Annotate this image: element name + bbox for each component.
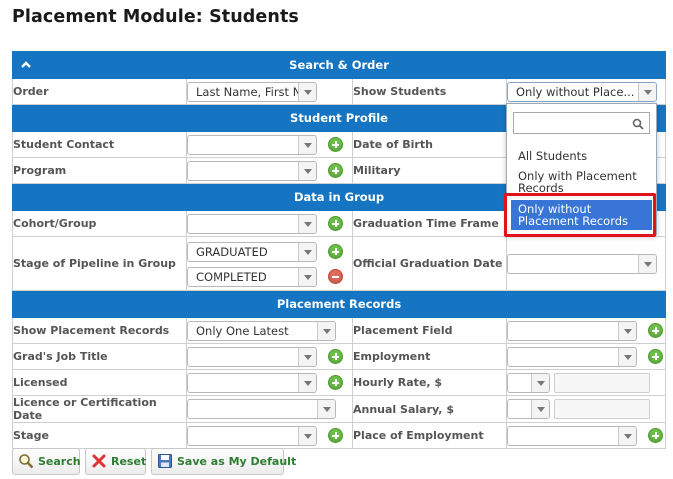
hourly-rate-input[interactable] <box>554 372 650 393</box>
stage-value-graduated: GRADUATED <box>196 244 268 259</box>
order-value: Last Name, First N... <box>196 84 313 99</box>
chevron-down-icon <box>531 373 549 392</box>
show-placement-records-select[interactable]: Only One Latest <box>187 320 336 341</box>
chevron-down-icon <box>298 347 316 366</box>
add-icon[interactable] <box>648 349 664 365</box>
page-title: Placement Module: Students <box>12 7 299 27</box>
place-of-employment-select[interactable] <box>507 425 637 446</box>
order-select[interactable]: Last Name, First N... <box>187 81 317 102</box>
add-icon[interactable] <box>328 375 344 391</box>
magnifier-icon <box>19 454 34 469</box>
hourly-rate-operator-select[interactable] <box>507 372 550 393</box>
search-button-label: Search <box>38 455 81 468</box>
chevron-down-icon <box>298 161 316 180</box>
chevron-down-icon <box>298 82 316 101</box>
save-default-button[interactable]: Save as My Default <box>151 448 296 475</box>
employment-label: Employment <box>352 343 507 370</box>
reset-button-label: Reset <box>111 455 147 468</box>
chevron-down-icon <box>298 373 316 392</box>
section-search-order: Search & Order <box>11 51 667 79</box>
licensed-label: Licensed <box>12 369 187 396</box>
chevron-up-icon[interactable] <box>20 59 32 71</box>
dropdown-option-all-students[interactable]: All Students <box>511 150 652 164</box>
place-of-employment-label: Place of Employment <box>352 422 507 449</box>
add-icon[interactable] <box>328 137 344 153</box>
section-placement-records: Placement Records <box>11 290 667 318</box>
chevron-down-icon <box>531 400 549 419</box>
search-icon <box>632 118 644 130</box>
save-default-button-label: Save as My Default <box>177 455 297 468</box>
official-graduation-date-select[interactable] <box>507 253 657 274</box>
licence-date-select[interactable] <box>187 399 336 420</box>
chevron-down-icon <box>298 135 316 154</box>
show-students-value: Only without Place... <box>516 84 635 99</box>
show-students-select[interactable]: Only without Place... <box>507 81 657 102</box>
add-icon[interactable] <box>328 216 344 232</box>
add-icon[interactable] <box>328 163 344 179</box>
licence-date-label: Licence or Certification Date <box>12 395 187 423</box>
chevron-down-icon <box>618 426 636 445</box>
official-graduation-date-label: Official Graduation Date <box>352 236 507 291</box>
show-placement-records-value: Only One Latest <box>196 323 289 338</box>
stage-label: Stage <box>12 422 187 449</box>
grads-job-title-label: Grad's Job Title <box>12 343 187 370</box>
program-label: Program <box>12 157 187 184</box>
chevron-down-icon <box>618 347 636 366</box>
add-icon[interactable] <box>648 323 664 339</box>
annual-salary-input[interactable] <box>554 399 650 420</box>
add-icon[interactable] <box>328 428 344 444</box>
highlight-box <box>504 193 656 237</box>
reset-button[interactable]: Reset <box>85 448 146 475</box>
annual-salary-operator-select[interactable] <box>507 399 550 420</box>
section-title: Placement Records <box>11 290 667 318</box>
licensed-select[interactable] <box>187 372 317 393</box>
graduation-time-frame-label: Graduation Time Frame <box>352 210 507 237</box>
close-icon <box>92 454 106 468</box>
stage-of-pipeline-label: Stage of Pipeline in Group <box>12 236 187 291</box>
military-label: Military <box>352 157 507 184</box>
chevron-down-icon <box>638 82 656 101</box>
add-icon[interactable] <box>328 349 344 365</box>
chevron-down-icon <box>298 267 316 286</box>
stage-value-completed: COMPLETED <box>196 269 267 284</box>
add-icon[interactable] <box>648 428 664 444</box>
stage-select[interactable] <box>187 425 317 446</box>
dropdown-search-input[interactable] <box>513 112 650 134</box>
placement-field-label: Placement Field <box>352 317 507 344</box>
grads-job-title-select[interactable] <box>187 346 317 367</box>
annual-salary-label: Annual Salary, $ <box>352 395 507 423</box>
show-placement-records-label: Show Placement Records <box>12 317 187 344</box>
chevron-down-icon <box>618 321 636 340</box>
stage-of-pipeline-select-2[interactable]: COMPLETED <box>187 266 317 287</box>
chevron-down-icon <box>317 321 335 340</box>
program-select[interactable] <box>187 160 317 181</box>
order-label: Order <box>12 78 187 105</box>
student-contact-label: Student Contact <box>12 131 187 158</box>
cohort-group-label: Cohort/Group <box>12 210 187 237</box>
stage-of-pipeline-select-1[interactable]: GRADUATED <box>187 241 317 262</box>
search-button[interactable]: Search <box>12 448 81 475</box>
save-icon <box>158 454 172 468</box>
chevron-down-icon <box>317 400 335 419</box>
chevron-down-icon <box>638 254 656 273</box>
remove-icon[interactable] <box>328 269 344 284</box>
placement-field-select[interactable] <box>507 320 637 341</box>
student-contact-select[interactable] <box>187 134 317 155</box>
chevron-down-icon <box>298 242 316 261</box>
cohort-group-select[interactable] <box>187 213 317 234</box>
chevron-down-icon <box>298 214 316 233</box>
chevron-down-icon <box>298 426 316 445</box>
employment-select[interactable] <box>507 346 637 367</box>
hourly-rate-label: Hourly Rate, $ <box>352 369 507 396</box>
add-icon[interactable] <box>328 244 344 259</box>
date-of-birth-label: Date of Birth <box>352 131 507 158</box>
section-title: Search & Order <box>289 58 389 72</box>
show-students-label: Show Students <box>352 78 507 105</box>
